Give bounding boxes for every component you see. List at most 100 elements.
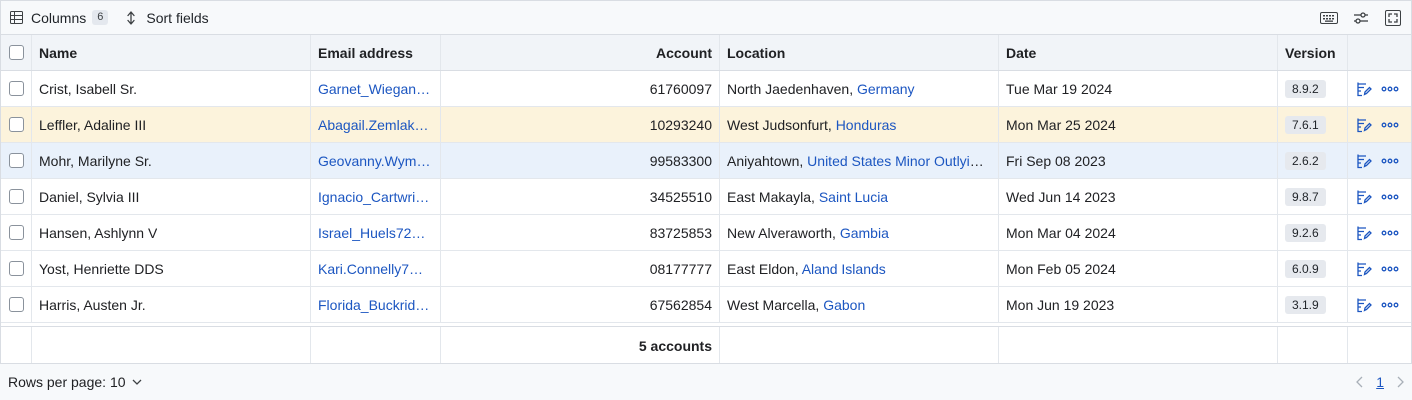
edit-icon[interactable] bbox=[1355, 188, 1373, 206]
city-value: East Makayla, bbox=[727, 188, 819, 205]
city-value: East Eldon, bbox=[727, 260, 802, 277]
row-checkbox[interactable] bbox=[8, 153, 24, 168]
edit-icon[interactable] bbox=[1355, 152, 1373, 170]
edit-icon[interactable] bbox=[1355, 224, 1373, 242]
table-row[interactable]: Yost, Henriette DDS Kari.Connelly7… 081777… bbox=[1, 251, 1411, 287]
version-cell: 7.6.1 bbox=[1278, 107, 1348, 142]
name-cell: Harris, Austen Jr. bbox=[32, 287, 311, 322]
date-cell: Fri Sep 08 2023 bbox=[999, 143, 1278, 178]
previous-page-icon[interactable] bbox=[1352, 375, 1366, 389]
more-options-icon[interactable] bbox=[1381, 296, 1399, 314]
page-number-link[interactable]: 1 bbox=[1376, 374, 1384, 390]
email-cell: Florida_Buckrid… bbox=[311, 287, 441, 322]
name-value: Hansen, Ashlynn V bbox=[39, 224, 158, 241]
rows-per-page-label: Rows per page: 10 bbox=[8, 374, 126, 390]
row-checkbox[interactable] bbox=[8, 189, 24, 204]
country-link[interactable]: Aland Islands bbox=[802, 261, 886, 277]
more-options-icon[interactable] bbox=[1381, 80, 1399, 98]
account-value: 10293240 bbox=[649, 116, 712, 133]
column-header-email[interactable]: Email address bbox=[311, 35, 441, 70]
location-cell: New Alveraworth, Gambia bbox=[720, 215, 999, 250]
name-cell: Daniel, Sylvia III bbox=[32, 179, 311, 214]
email-cell: Garnet_Wiegand… bbox=[311, 71, 441, 106]
select-all-checkbox[interactable] bbox=[8, 45, 24, 60]
account-value: 67562854 bbox=[649, 296, 712, 313]
next-page-icon[interactable] bbox=[1394, 375, 1408, 389]
row-checkbox[interactable] bbox=[8, 81, 24, 96]
account-value: 08177777 bbox=[649, 260, 712, 277]
columns-count-badge: 6 bbox=[92, 10, 109, 25]
row-checkbox[interactable] bbox=[8, 225, 24, 240]
rows-per-page-select[interactable]: Rows per page: 10 bbox=[8, 374, 142, 390]
row-checkbox[interactable] bbox=[8, 261, 24, 276]
actions-cell bbox=[1348, 251, 1411, 286]
sort-fields-button[interactable]: Sort fields bbox=[116, 1, 216, 35]
email-link[interactable]: Kari.Connelly7… bbox=[318, 261, 423, 277]
fullscreen-icon[interactable] bbox=[1381, 6, 1405, 30]
date-cell: Mon Mar 25 2024 bbox=[999, 107, 1278, 142]
city-value: New Alveraworth, bbox=[727, 224, 840, 241]
name-cell: Hansen, Ashlynn V bbox=[32, 215, 311, 250]
actions-cell bbox=[1348, 107, 1411, 142]
version-cell: 9.8.7 bbox=[1278, 179, 1348, 214]
row-checkbox[interactable] bbox=[8, 297, 24, 312]
settings-sliders-icon[interactable] bbox=[1349, 6, 1373, 30]
date-value: Wed Jun 14 2023 bbox=[1006, 188, 1116, 205]
edit-icon[interactable] bbox=[1355, 116, 1373, 134]
country-link[interactable]: Honduras bbox=[836, 117, 897, 133]
name-cell: Leffler, Adaline III bbox=[32, 107, 311, 142]
email-link[interactable]: Florida_Buckrid… bbox=[318, 297, 429, 313]
email-link[interactable]: Israel_Huels72… bbox=[318, 225, 425, 241]
location-cell: North Jaedenhaven, Germany bbox=[720, 71, 999, 106]
table-row[interactable]: Daniel, Sylvia III Ignacio_Cartwri… 345255… bbox=[1, 179, 1411, 215]
email-link[interactable]: Geovanny.Wyma… bbox=[318, 153, 433, 169]
email-link[interactable]: Ignacio_Cartwri… bbox=[318, 189, 429, 205]
table-row[interactable]: Crist, Isabell Sr. Garnet_Wiegand… 6176009… bbox=[1, 71, 1411, 107]
location-cell: West Judsonfurt, Honduras bbox=[720, 107, 999, 142]
email-cell: Kari.Connelly7… bbox=[311, 251, 441, 286]
name-cell: Yost, Henriette DDS bbox=[32, 251, 311, 286]
version-badge: 8.9.2 bbox=[1285, 79, 1326, 98]
location-cell: East Makayla, Saint Lucia bbox=[720, 179, 999, 214]
email-cell: Abagail.Zemlak… bbox=[311, 107, 441, 142]
header-row: Name Email address Account Location Date… bbox=[1, 35, 1411, 71]
more-options-icon[interactable] bbox=[1381, 152, 1399, 170]
email-link[interactable]: Garnet_Wiegand… bbox=[318, 81, 433, 97]
column-header-location[interactable]: Location bbox=[720, 35, 999, 70]
column-header-version[interactable]: Version bbox=[1278, 35, 1348, 70]
date-value: Mon Mar 04 2024 bbox=[1006, 224, 1116, 241]
table-row[interactable]: Harris, Austen Jr. Florida_Buckrid… 675628… bbox=[1, 287, 1411, 323]
more-options-icon[interactable] bbox=[1381, 224, 1399, 242]
country-link[interactable]: Saint Lucia bbox=[819, 189, 888, 205]
location-cell: West Marcella, Gabon bbox=[720, 287, 999, 322]
account-value: 34525510 bbox=[649, 188, 712, 205]
version-badge: 3.1.9 bbox=[1285, 295, 1326, 314]
column-header-date[interactable]: Date bbox=[999, 35, 1278, 70]
country-link[interactable]: Gambia bbox=[840, 225, 889, 241]
column-header-name[interactable]: Name bbox=[32, 35, 311, 70]
accounts-total: 5 accounts bbox=[638, 337, 712, 354]
account-value: 83725853 bbox=[649, 224, 712, 241]
edit-icon[interactable] bbox=[1355, 80, 1373, 98]
more-options-icon[interactable] bbox=[1381, 188, 1399, 206]
city-value: West Judsonfurt, bbox=[727, 116, 836, 133]
edit-icon[interactable] bbox=[1355, 296, 1373, 314]
country-link[interactable]: United States Minor Outlying… bbox=[807, 153, 991, 169]
table-row[interactable]: Mohr, Marilyne Sr. Geovanny.Wyma… 99583300… bbox=[1, 143, 1411, 179]
actions-cell bbox=[1348, 71, 1411, 106]
aggregation-cell bbox=[32, 327, 311, 363]
email-link[interactable]: Abagail.Zemlak… bbox=[318, 117, 429, 133]
row-checkbox[interactable] bbox=[8, 117, 24, 132]
sort-fields-label: Sort fields bbox=[146, 9, 209, 26]
more-options-icon[interactable] bbox=[1381, 116, 1399, 134]
column-header-account[interactable]: Account bbox=[441, 35, 720, 70]
more-options-icon[interactable] bbox=[1381, 260, 1399, 278]
country-link[interactable]: Germany bbox=[857, 81, 915, 97]
table-row[interactable]: Hansen, Ashlynn V Israel_Huels72… 83725853… bbox=[1, 215, 1411, 251]
keyboard-icon[interactable] bbox=[1317, 6, 1341, 30]
row-select-cell bbox=[1, 179, 32, 214]
table-row[interactable]: Leffler, Adaline III Abagail.Zemlak… 10293… bbox=[1, 107, 1411, 143]
edit-icon[interactable] bbox=[1355, 260, 1373, 278]
country-link[interactable]: Gabon bbox=[823, 297, 865, 313]
columns-button[interactable]: Columns 6 bbox=[1, 1, 116, 35]
